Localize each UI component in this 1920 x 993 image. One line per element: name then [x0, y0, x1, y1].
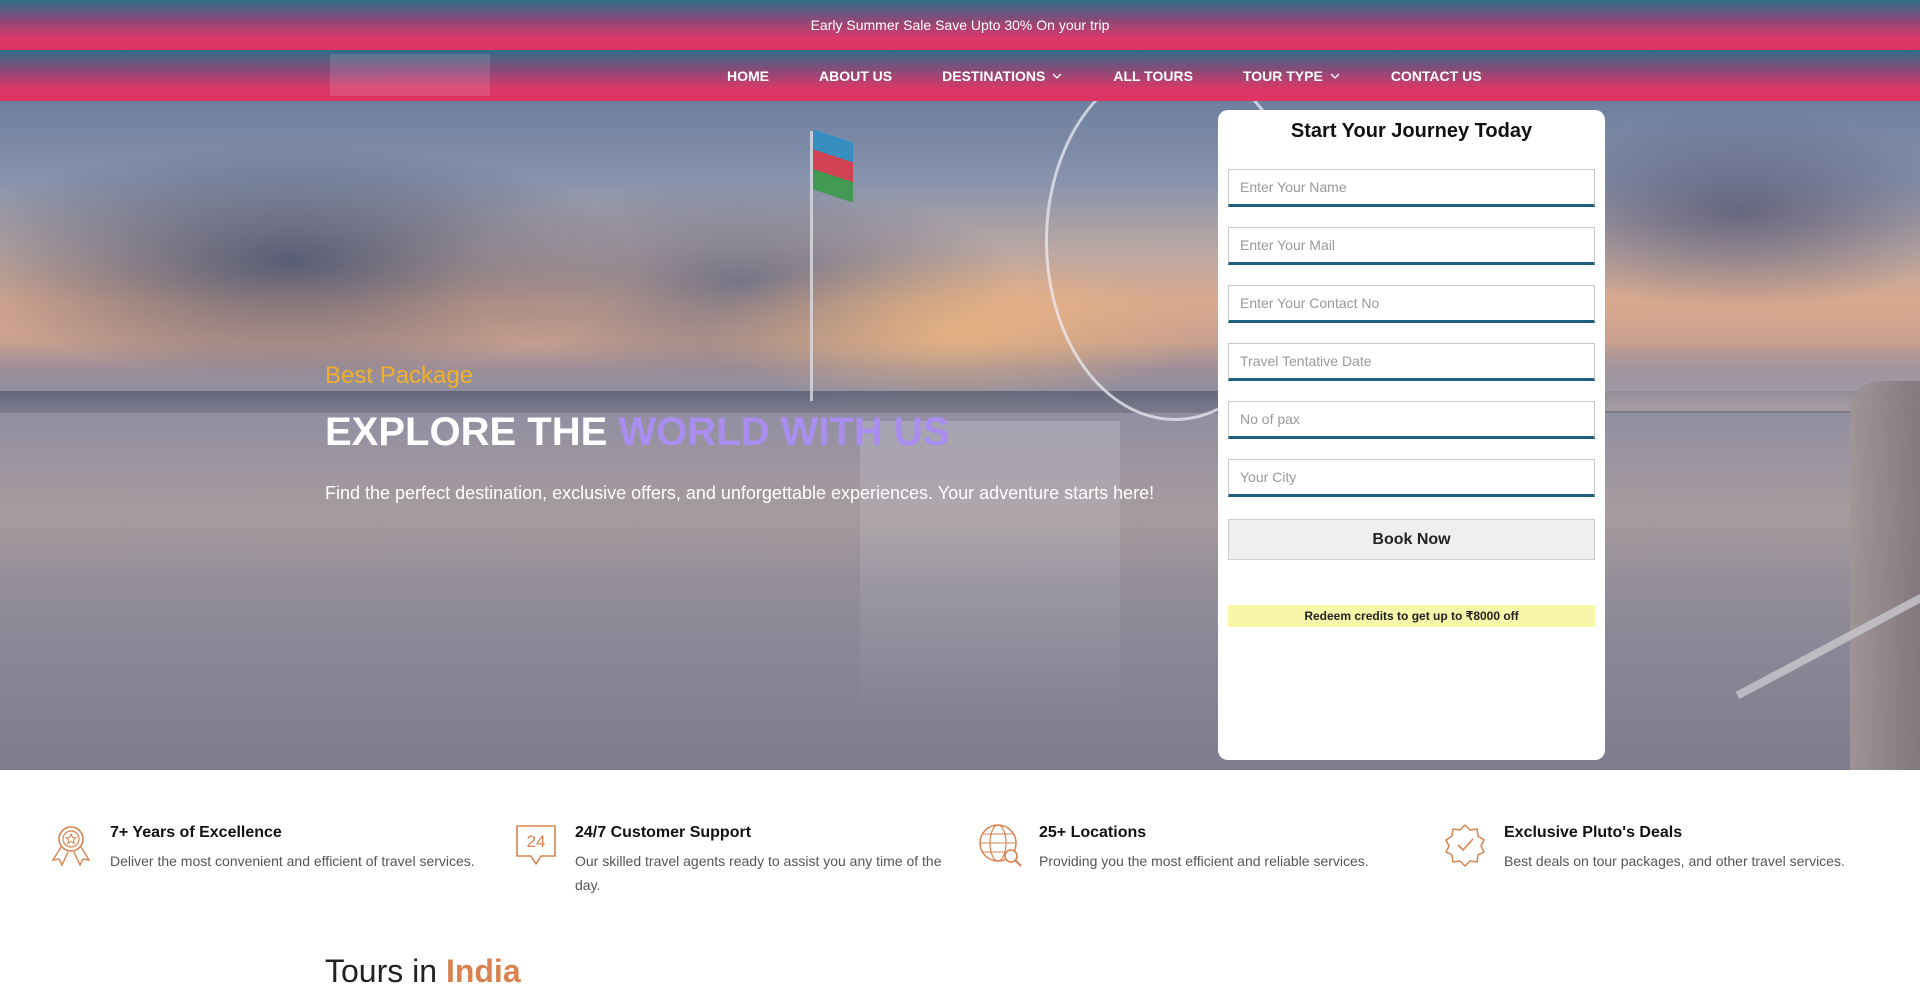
hero-description: Find the perfect destination, exclusive … — [325, 483, 1155, 503]
nav-item-all-tours[interactable]: ALL TOURS — [1113, 68, 1193, 84]
tours-heading-prefix: Tours in — [325, 953, 446, 989]
railing-post-image — [1850, 381, 1920, 770]
chevron-down-icon — [1052, 73, 1062, 79]
nav-item-destinations[interactable]: DESTINATIONS — [942, 68, 1063, 84]
promo-bar: Early Summer Sale Save Upto 30% On your … — [0, 0, 1920, 50]
chevron-down-icon — [1330, 73, 1340, 79]
book-now-button[interactable]: Book Now — [1228, 519, 1595, 560]
hero-title-accent: WORLD WITH US — [618, 410, 950, 454]
award-ribbon-icon — [51, 826, 91, 867]
nav-item-label: TOUR TYPE — [1242, 67, 1323, 84]
pax-count-field[interactable] — [1228, 401, 1595, 439]
feature-title: 24/7 Customer Support — [575, 824, 752, 841]
nav-item-home[interactable]: HOME — [727, 68, 769, 84]
city-field[interactable] — [1228, 459, 1595, 497]
redeem-credits-banner[interactable]: Redeem credits to get up to ₹8000 off — [1228, 605, 1595, 627]
flag-image — [813, 129, 853, 203]
hero-title-main: EXPLORE THE — [325, 410, 619, 454]
tours-heading-accent: India — [445, 953, 521, 989]
nav-item-contact-us[interactable]: CONTACT US — [1391, 68, 1482, 84]
site-logo[interactable] — [330, 54, 490, 96]
tours-section-heading: Tours in India — [325, 953, 521, 990]
feature-title: 25+ Locations — [1039, 824, 1147, 841]
nav-item-label: HOME — [727, 67, 769, 84]
email-field[interactable] — [1228, 227, 1595, 265]
contact-number-field[interactable] — [1228, 285, 1595, 323]
feature-description: Best deals on tour packages, and other t… — [1504, 853, 1845, 869]
hero-section: Best Package EXPLORE THE WORLD WITH US F… — [0, 101, 1920, 770]
travel-date-field[interactable] — [1228, 343, 1595, 381]
nav-item-about-us[interactable]: ABOUT US — [819, 68, 892, 84]
name-field[interactable] — [1228, 169, 1595, 207]
feature-title: 7+ Years of Excellence — [110, 824, 282, 841]
features-section: 7+ Years of Excellence Deliver the most … — [0, 770, 1920, 950]
support-24-icon: 24 — [516, 825, 556, 865]
feature-description: Providing you the most efficient and rel… — [1039, 853, 1369, 869]
hero-text-block: Best Package EXPLORE THE WORLD WITH US F… — [325, 362, 1154, 504]
hero-title: EXPLORE THE WORLD WITH US — [325, 410, 1154, 455]
nav-item-label: ALL TOURS — [1113, 67, 1193, 84]
promo-text: Early Summer Sale Save Upto 30% On your … — [810, 17, 1110, 33]
hero-subtitle: Best Package — [325, 362, 474, 389]
feature-description: Deliver the most convenient and efficien… — [110, 853, 475, 869]
nav-menu: HOME ABOUT US DESTINATIONS ALL TOURS TOU… — [727, 50, 1532, 101]
nav-item-label: CONTACT US — [1390, 67, 1482, 84]
globe-search-icon — [979, 824, 1022, 867]
nav-item-tour-type[interactable]: TOUR TYPE — [1243, 68, 1341, 84]
feature-description: Our skilled travel agents ready to assis… — [575, 853, 942, 893]
booking-form-title: Start Your Journey Today — [1290, 120, 1533, 142]
badge-check-icon — [1445, 824, 1485, 867]
nav-item-label: DESTINATIONS — [942, 67, 1046, 84]
feature-title: Exclusive Pluto's Deals — [1504, 824, 1683, 841]
nav-item-label: ABOUT US — [819, 67, 893, 84]
booking-form-card: Start Your Journey Today Book Now Redeem… — [1218, 110, 1605, 760]
svg-text:24: 24 — [527, 832, 546, 851]
main-navigation: HOME ABOUT US DESTINATIONS ALL TOURS TOU… — [0, 50, 1920, 101]
